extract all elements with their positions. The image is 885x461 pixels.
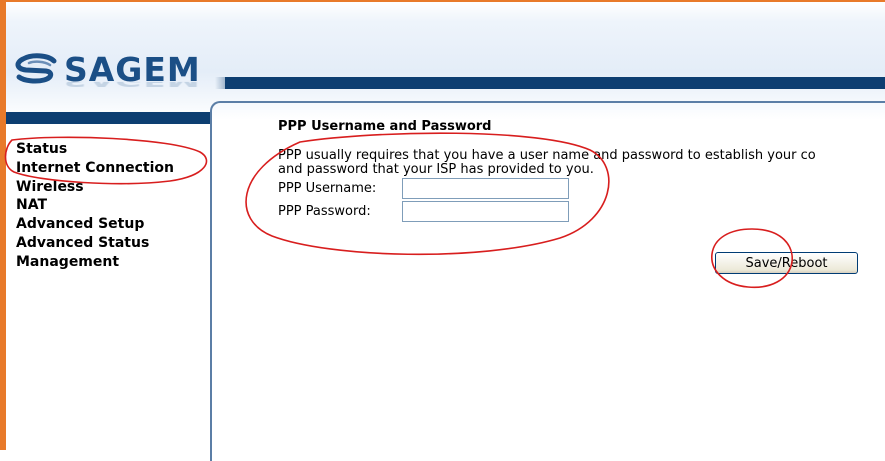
ppp-password-input[interactable] xyxy=(402,201,569,222)
sidebar-item-management[interactable]: Management xyxy=(16,253,174,272)
description-line-2: and password that your ISP has provided … xyxy=(278,162,594,177)
logo-reflection: SAGEM xyxy=(14,82,224,90)
sidebar-item-nat[interactable]: NAT xyxy=(16,196,174,215)
sidebar-item-internet-connection[interactable]: Internet Connection xyxy=(16,159,174,178)
page-title: PPP Username and Password xyxy=(278,119,492,134)
sidebar-item-advanced-status[interactable]: Advanced Status xyxy=(16,234,174,253)
sidebar-item-status[interactable]: Status xyxy=(16,140,174,159)
page-description: PPP usually requires that you have a use… xyxy=(278,149,885,177)
ppp-username-input[interactable] xyxy=(402,178,569,199)
sidebar-item-advanced-setup[interactable]: Advanced Setup xyxy=(16,215,174,234)
ppp-username-label: PPP Username: xyxy=(278,181,377,196)
header-bar xyxy=(225,77,885,89)
save-reboot-button[interactable]: Save/Reboot xyxy=(715,252,858,274)
sidebar-top-bar xyxy=(6,112,212,124)
description-line-1: PPP usually requires that you have a use… xyxy=(278,149,816,163)
ppp-password-label: PPP Password: xyxy=(278,204,371,219)
sidebar-item-wireless[interactable]: Wireless xyxy=(16,178,174,197)
sidebar-nav: Status Internet Connection Wireless NAT … xyxy=(16,140,174,272)
